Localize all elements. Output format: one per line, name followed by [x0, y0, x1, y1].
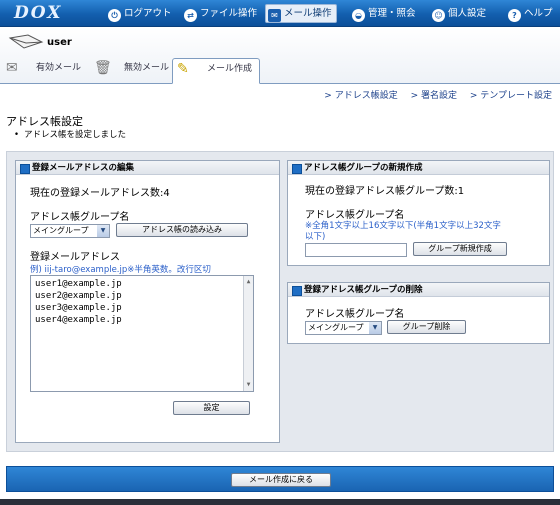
mail-icon: ✉ — [268, 9, 281, 22]
address-line: user1@example.jp — [35, 279, 122, 289]
link-signature-settings[interactable]: > 署名設定 — [411, 91, 457, 101]
delete-group-button[interactable]: グループ削除 — [387, 320, 466, 334]
nav-file-ops-label: ファイル操作 — [200, 8, 258, 19]
status-message: アドレス帳を設定しました — [14, 128, 126, 140]
link-template-settings[interactable]: > テンプレート設定 — [470, 91, 552, 101]
address-line: user3@example.jp — [35, 303, 122, 313]
admin-icon: ◒ — [352, 9, 365, 22]
trash-icon: 🗑 — [94, 60, 112, 76]
tab-valid-mail-label: 有効メール — [36, 63, 82, 73]
envelope-icon: ✉ — [6, 60, 18, 76]
tab-compose-mail[interactable]: ✎ メール作成 — [172, 58, 260, 84]
address-line: user2@example.jp — [35, 291, 122, 301]
group-name-hint-1: ※全角1文字以上16文字以下(半角1文字以上32文字 — [305, 221, 501, 231]
group-name-hint-2: 以下) — [305, 232, 326, 242]
nav-logout[interactable]: ⏻ ログアウト — [108, 6, 172, 22]
nav-file-ops[interactable]: ⇄ ファイル操作 — [184, 6, 258, 22]
nav-help[interactable]: ? ヘルプ — [508, 6, 553, 22]
link-address-book-settings[interactable]: > アドレス帳設定 — [324, 91, 397, 101]
top-nav-bar: DOX ⏻ ログアウト ⇄ ファイル操作 ✉ メール操作 ◒ 管理・照会 ☺ 個人設定 ?… — [0, 0, 560, 27]
compose-icon: ✎ — [177, 61, 189, 77]
nav-personal-label: 個人設定 — [448, 8, 487, 19]
new-group-name-input[interactable] — [305, 243, 407, 257]
tab-valid-mail[interactable]: ✉ 有効メール — [2, 58, 84, 84]
new-group-panel: アドレス帳グループの新規作成 現在の登録アドレス帳グループ数:1 アドレス帳グル… — [287, 160, 550, 266]
new-group-panel-title: アドレス帳グループの新規作成 — [288, 161, 549, 175]
app-logo: DOX — [14, 3, 63, 23]
load-address-book-button[interactable]: アドレス帳の読み込み — [116, 223, 248, 237]
delete-group-select[interactable]: メイングループ — [305, 321, 382, 335]
delete-group-name-label: アドレス帳グループ名 — [305, 309, 405, 320]
bottom-strip — [0, 499, 560, 505]
nav-help-label: ヘルプ — [524, 8, 553, 19]
group-select-value: メイングループ — [33, 226, 89, 235]
edit-panel-title: 登録メールアドレスの編集 — [16, 161, 279, 175]
back-to-compose-button[interactable]: メール作成に戻る — [231, 473, 331, 487]
nav-logout-label: ログアウト — [124, 8, 172, 19]
main-content: 登録メールアドレスの編集 現在の登録メールアドレス数:4 アドレス帳グループ名 … — [6, 151, 554, 452]
create-group-button[interactable]: グループ新規作成 — [413, 242, 507, 256]
nav-personal[interactable]: ☺ 個人設定 — [432, 6, 487, 22]
delete-group-panel: 登録アドレス帳グループの削除 アドレス帳グループ名 メイングループ グループ削除 — [287, 282, 550, 344]
textarea-scrollbar[interactable] — [243, 276, 253, 391]
registered-address-label: 登録メールアドレス — [30, 252, 120, 263]
group-select[interactable]: メイングループ — [30, 224, 110, 238]
user-name: user — [47, 37, 72, 48]
edit-addresses-panel: 登録メールアドレスの編集 現在の登録メールアドレス数:4 アドレス帳グループ名 … — [15, 160, 280, 443]
nav-admin-label: 管理・照会 — [368, 8, 416, 19]
save-button[interactable]: 設定 — [173, 401, 250, 415]
footer-bar: メール作成に戻る — [6, 466, 554, 492]
nav-admin[interactable]: ◒ 管理・照会 — [352, 6, 416, 22]
power-icon: ⏻ — [108, 9, 121, 22]
delete-group-panel-title: 登録アドレス帳グループの削除 — [288, 283, 549, 297]
settings-links: > アドレス帳設定 > 署名設定 > テンプレート設定 — [314, 88, 552, 101]
group-name-label: アドレス帳グループ名 — [30, 212, 130, 223]
file-icon: ⇄ — [184, 9, 197, 22]
help-icon: ? — [508, 9, 521, 22]
person-icon: ☺ — [432, 9, 445, 22]
nav-mail-ops-label: メール操作 — [284, 8, 332, 19]
tab-compose-mail-label: メール作成 — [207, 64, 253, 74]
address-list-textarea[interactable]: user1@example.jp user2@example.jp user3@… — [30, 275, 254, 392]
delete-group-select-value: メイングループ — [308, 323, 364, 332]
address-count: 現在の登録メールアドレス数:4 — [30, 188, 170, 199]
page-title: アドレス帳設定 — [6, 115, 83, 128]
user-header: user ✉ 有効メール 🗑 無効メール ✎ メール作成 — [0, 28, 560, 84]
tab-invalid-mail-label: 無効メール — [124, 63, 170, 73]
tab-invalid-mail[interactable]: 🗑 無効メール — [90, 58, 172, 84]
group-count: 現在の登録アドレス帳グループ数:1 — [305, 186, 465, 197]
nav-mail-ops[interactable]: ✉ メール操作 — [265, 4, 337, 23]
address-line: user4@example.jp — [35, 315, 122, 325]
mail-user-icon — [8, 34, 44, 49]
address-format-hint: 例) iij-taro@example.jp※半角英数。改行区切 — [30, 265, 211, 275]
